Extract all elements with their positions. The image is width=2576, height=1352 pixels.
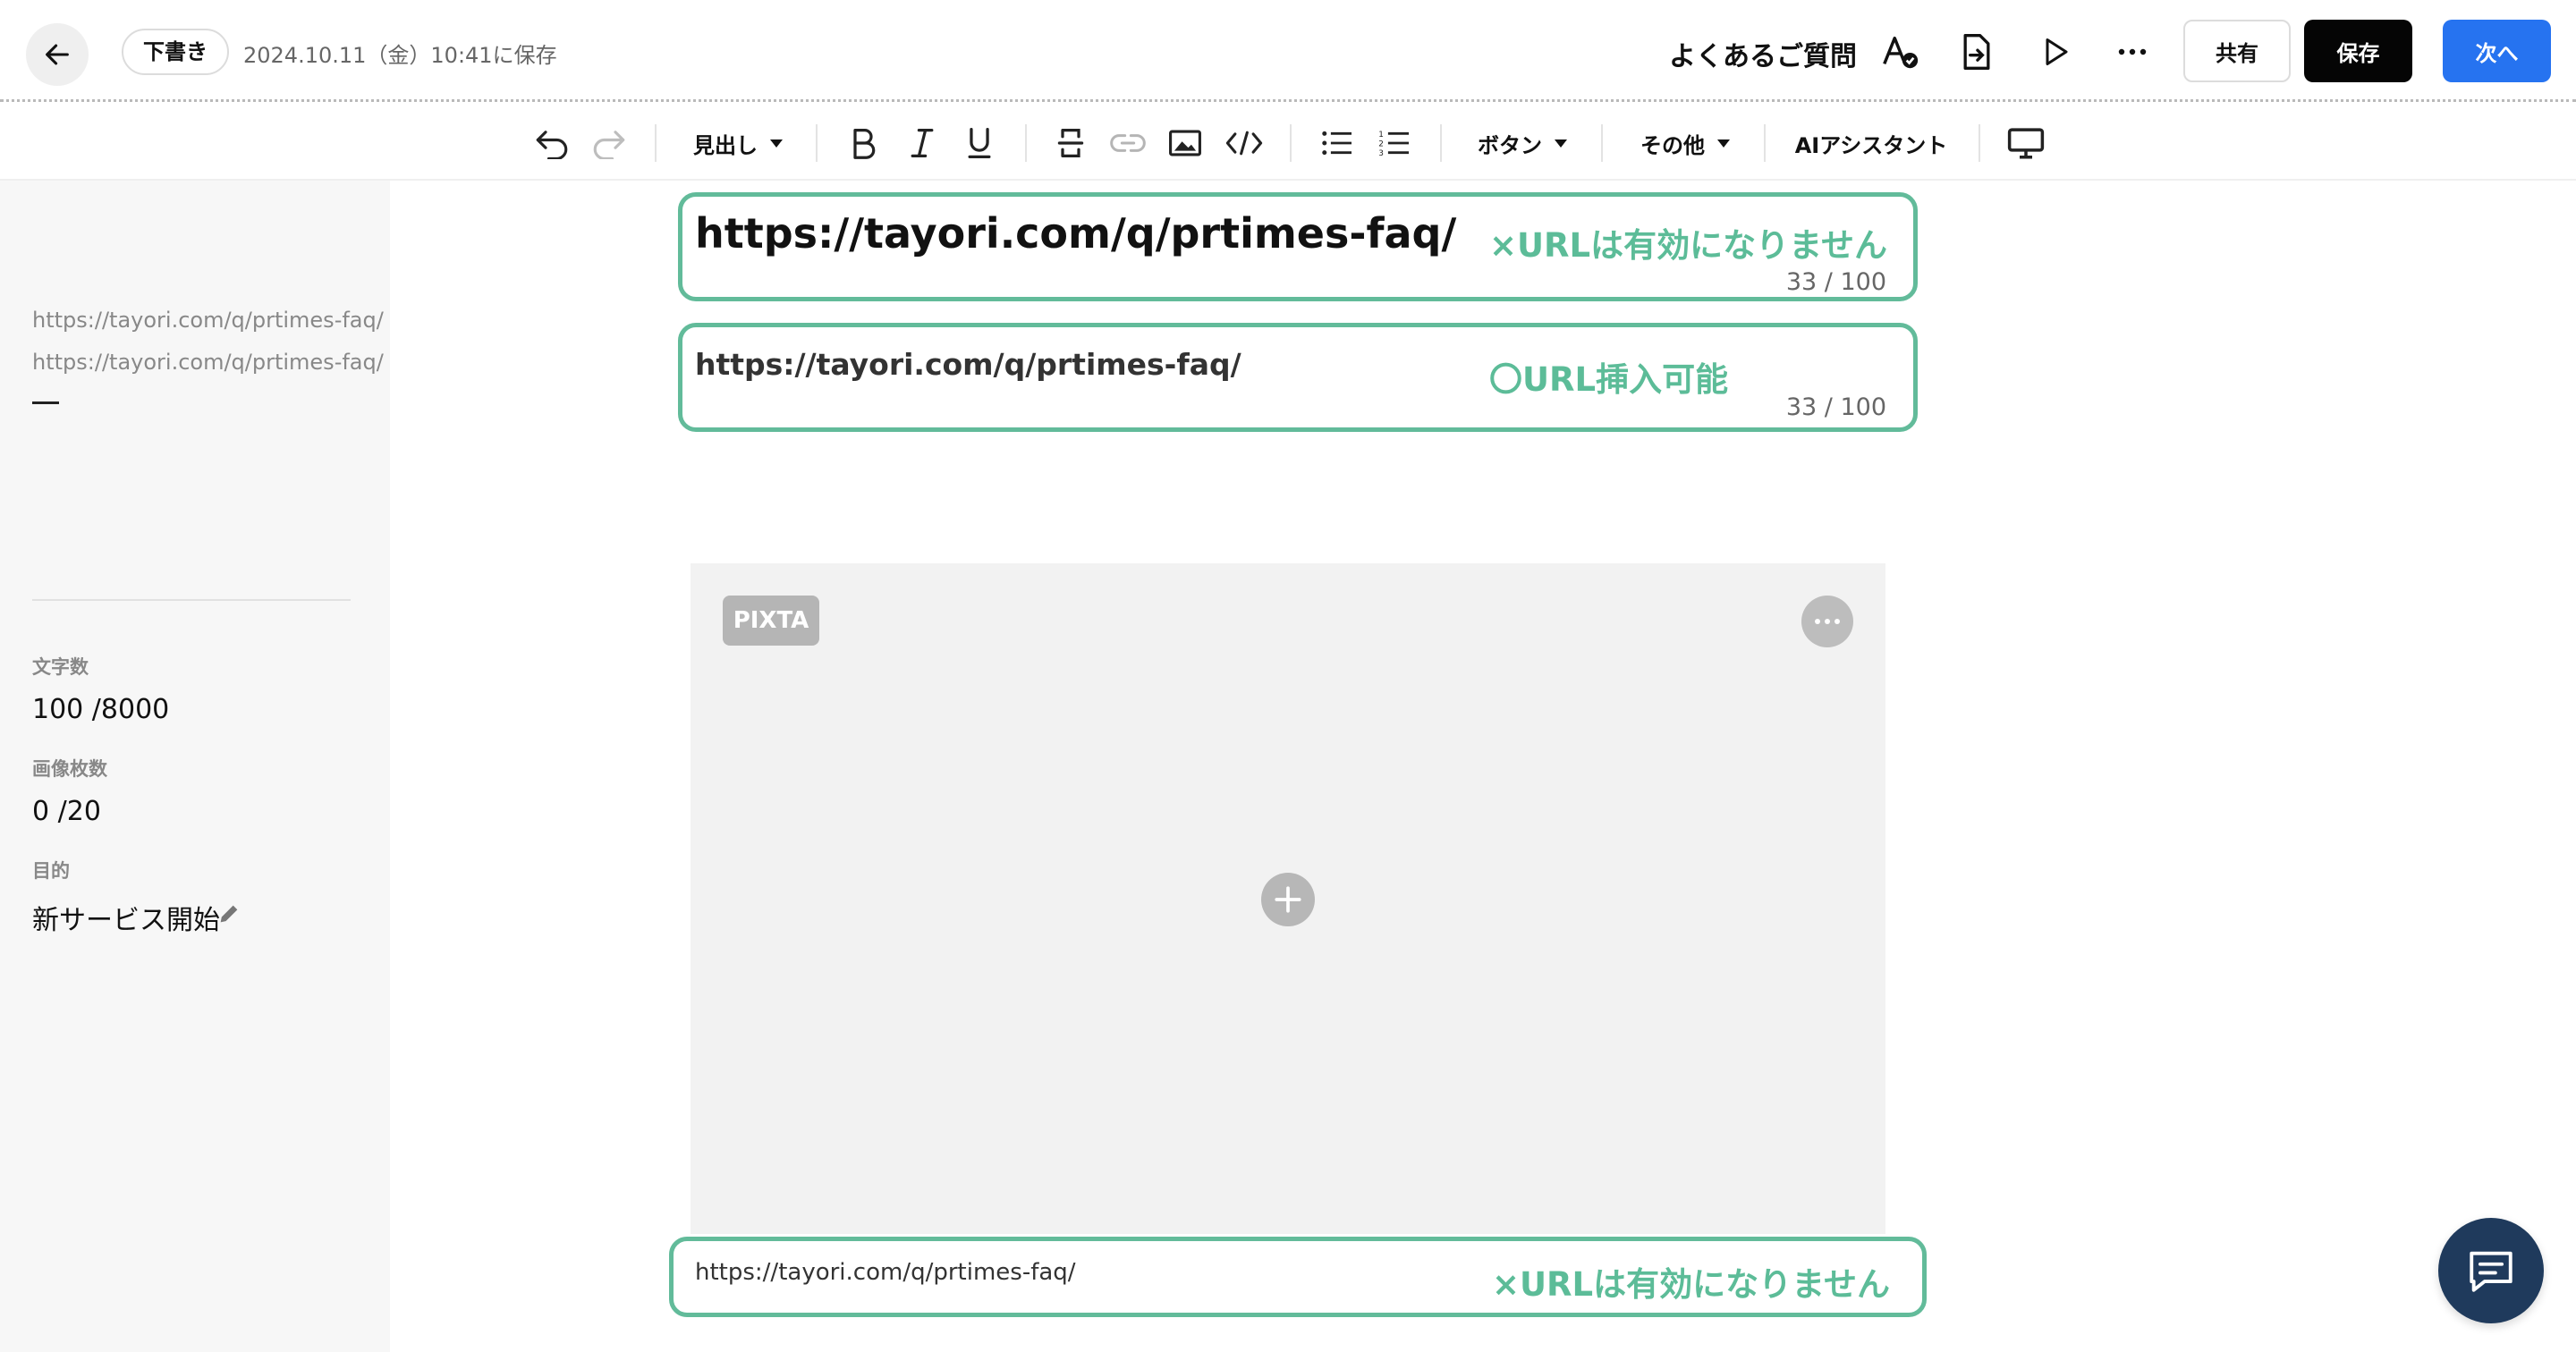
image-count-label: 画像枚数: [32, 758, 107, 780]
plus-icon: [1275, 886, 1301, 913]
sidebar-url: https://tayori.com/q/prtimes-faq/: [32, 308, 384, 333]
sidebar-dash: [32, 401, 59, 404]
ai-assistant-button[interactable]: AIアシスタント: [1794, 121, 1948, 165]
annotation-note: 〇URL挿入可能: [1489, 360, 1729, 399]
redo-button[interactable]: [587, 121, 631, 165]
subtitle-input-value: https://tayori.com/q/prtimes-faq/: [695, 347, 1241, 382]
next-button[interactable]: 次へ: [2443, 20, 2551, 82]
caption-input-value: https://tayori.com/q/prtimes-faq/: [695, 1259, 1076, 1286]
underline-icon: [968, 127, 991, 159]
char-count-label: 文字数: [32, 656, 89, 678]
toolbar-divider: [1979, 124, 1980, 162]
strikethrough-icon: [1057, 128, 1084, 158]
image-icon: [1169, 130, 1201, 156]
saved-timestamp: 2024.10.11（金）10:41に保存: [243, 43, 557, 68]
subtitle-field[interactable]: https://tayori.com/q/prtimes-faq/ 〇URL挿入…: [678, 323, 1918, 432]
heading-dropdown[interactable]: 見出し: [689, 121, 787, 165]
undo-icon: [536, 131, 568, 159]
char-count-value: 100 /8000: [32, 694, 170, 725]
caret-down-icon: [1555, 139, 1567, 148]
title-field[interactable]: https://tayori.com/q/prtimes-faq/ ×URLは有…: [678, 192, 1918, 301]
save-button[interactable]: 保存: [2304, 20, 2412, 82]
bullet-list-icon: [1322, 131, 1352, 156]
annotation-note: ×URLは有効になりません: [1492, 1265, 1891, 1304]
caption-field[interactable]: https://tayori.com/q/prtimes-faq/ ×URLは有…: [669, 1237, 1927, 1317]
caret-down-icon: [770, 139, 783, 148]
add-image-button[interactable]: [1261, 873, 1315, 926]
toolbar-divider: [655, 124, 657, 162]
other-dropdown[interactable]: その他: [1635, 121, 1735, 165]
toolbar-divider: [1764, 124, 1766, 162]
toolbar-divider: [1440, 124, 1442, 162]
toolbar-divider: [1290, 124, 1292, 162]
play-icon: [2046, 38, 2068, 65]
spellcheck-button[interactable]: [1877, 29, 1923, 75]
more-horizontal-icon: [2118, 48, 2147, 55]
code-button[interactable]: [1222, 121, 1267, 165]
image-placeholder[interactable]: PIXTA: [691, 563, 1885, 1234]
button-dropdown[interactable]: ボタン: [1472, 121, 1572, 165]
ai-assistant-label: AIアシスタント: [1794, 132, 1948, 158]
strikethrough-button[interactable]: [1048, 121, 1093, 165]
svg-text:2: 2: [1378, 140, 1384, 149]
purpose-value: 新サービス開始: [32, 905, 220, 936]
numbered-list-button[interactable]: 1 2 3: [1372, 121, 1417, 165]
svg-text:1: 1: [1378, 131, 1384, 139]
preview-button[interactable]: [2032, 29, 2079, 75]
toolbar-divider: [1601, 124, 1603, 162]
purpose-label: 目的: [32, 860, 70, 882]
toolbar-divider: [1025, 124, 1027, 162]
device-preview-button[interactable]: [2002, 121, 2050, 165]
button-dropdown-label: ボタン: [1478, 132, 1542, 158]
heading-dropdown-label: 見出し: [693, 132, 758, 158]
redo-icon: [593, 131, 625, 159]
share-button[interactable]: 共有: [2183, 20, 2291, 82]
annotation-note: ×URLは有効になりません: [1489, 226, 1888, 265]
insert-image-button[interactable]: [1163, 121, 1208, 165]
toolbar-divider: [816, 124, 818, 162]
bold-icon: [853, 128, 876, 159]
sidebar-url: https://tayori.com/q/prtimes-faq/: [32, 350, 384, 375]
app-header: 下書き 2024.10.11（金）10:41に保存 よくあるご質問 共有 保存 …: [0, 0, 2576, 102]
text-check-icon: [1883, 36, 1919, 69]
file-export-icon: [1963, 34, 1990, 70]
chat-icon: [2470, 1251, 2512, 1292]
italic-icon: [911, 128, 934, 158]
code-icon: [1225, 131, 1263, 156]
sidebar-divider: [32, 599, 351, 601]
monitor-icon: [2007, 128, 2045, 159]
pencil-icon: [220, 905, 238, 923]
bullet-list-button[interactable]: [1315, 121, 1360, 165]
italic-button[interactable]: [900, 121, 945, 165]
export-button[interactable]: [1953, 29, 2000, 75]
image-options-button[interactable]: [1801, 596, 1853, 647]
arrow-left-icon: [46, 44, 69, 65]
image-count-value: 0 /20: [32, 796, 101, 827]
page-title[interactable]: よくあるご質問: [1669, 34, 1857, 73]
other-dropdown-label: その他: [1640, 132, 1705, 158]
back-button[interactable]: [26, 23, 89, 86]
numbered-list-icon: 1 2 3: [1378, 131, 1409, 157]
caret-down-icon: [1717, 139, 1730, 148]
char-counter: 33 / 100: [1785, 268, 1886, 296]
editor-toolbar: 見出し 1 2 3 ボタン その他 AIアシスタント: [0, 105, 2576, 181]
underline-button[interactable]: [957, 121, 1002, 165]
more-horizontal-icon: [1815, 619, 1840, 624]
pixta-badge[interactable]: PIXTA: [723, 596, 819, 646]
status-badge: 下書き: [122, 29, 229, 75]
info-sidebar: https://tayori.com/q/prtimes-faq/ https:…: [0, 181, 390, 1352]
char-counter: 33 / 100: [1785, 393, 1886, 421]
chat-support-button[interactable]: [2438, 1218, 2544, 1323]
edit-purpose-button[interactable]: [216, 901, 243, 928]
svg-text:3: 3: [1378, 149, 1384, 157]
link-icon: [1110, 134, 1146, 152]
link-button[interactable]: [1106, 121, 1150, 165]
bold-button[interactable]: [841, 121, 886, 165]
undo-button[interactable]: [530, 121, 574, 165]
more-options-button[interactable]: [2109, 29, 2156, 75]
title-input-value: https://tayori.com/q/prtimes-faq/: [695, 209, 1457, 258]
